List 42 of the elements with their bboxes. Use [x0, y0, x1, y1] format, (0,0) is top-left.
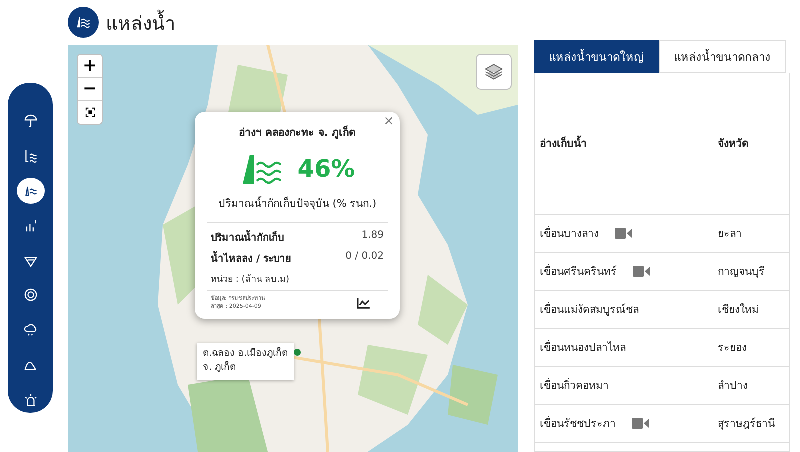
popup-title: อ่างฯ คลองกะทะ จ. ภูเก็ต: [238, 124, 357, 141]
reservoir-name[interactable]: เขื่อนแม่งัดสมบูรณ์ชล: [540, 301, 639, 318]
reservoir-name[interactable]: เขื่อนศรีนครินทร์: [540, 263, 617, 280]
dam-water-icon: [68, 7, 99, 38]
province-name: เชียงใหม่: [718, 302, 760, 318]
siren-icon[interactable]: [22, 392, 38, 408]
column-header: จังหวัด: [718, 137, 750, 152]
storage-percent: 46%: [298, 155, 356, 183]
umbrella-icon[interactable]: [22, 112, 38, 129]
popup-subtitle: ปริมาณน้ำกักเก็บปัจจุบัน (% รนก.): [207, 195, 388, 223]
tab[interactable]: แหล่งน้ำขนาดใหญ่: [534, 40, 659, 73]
column-header: อ่างเก็บน้ำ: [535, 135, 718, 152]
zoom-in-button[interactable]: +: [78, 55, 102, 78]
tab[interactable]: แหล่งน้ำขนาดกลาง: [659, 40, 786, 73]
province-name: ยะลา: [718, 227, 743, 242]
reservoir-name[interactable]: เขื่อนบางลาง: [540, 225, 599, 242]
fullscreen-icon[interactable]: [84, 107, 96, 118]
unit-note: หน่วย : (ล้าน ลบ.ม): [211, 274, 290, 286]
stat-value: 0 / 0.02: [346, 251, 384, 264]
reservoir-name[interactable]: เขื่อนหนองปลาไหล: [540, 339, 626, 356]
location-text: ต.ฉลอง อ.เมืองภูเก็ต: [203, 347, 288, 361]
reservoir-name[interactable]: เขื่อนรัชชประภา: [540, 415, 616, 432]
province-name: ระยอง: [718, 341, 748, 356]
reservoir-name[interactable]: เขื่อนกิ่วคอหมา: [540, 377, 609, 394]
water-level-icon[interactable]: [22, 148, 38, 164]
layers-button[interactable]: [476, 54, 512, 90]
target-icon[interactable]: [22, 287, 38, 304]
sidebar-item[interactable]: [16, 178, 44, 204]
close-button[interactable]: [383, 115, 395, 127]
province-name: สุราษฎร์ธานี: [718, 416, 776, 432]
camera-icon[interactable]: [615, 228, 632, 239]
rain-cloud-icon[interactable]: [22, 322, 38, 338]
province-name: กาญจนบุรี: [718, 265, 766, 280]
stat-label: ปริมาณน้ำกักเก็บ: [211, 230, 284, 245]
page-title: แหล่งน้ำ: [106, 8, 176, 38]
stat-label: น้ำไหลลง / ระบาย: [211, 251, 292, 266]
chart-icon[interactable]: [357, 298, 370, 310]
location-text: จ. ภูเก็ต: [203, 361, 238, 376]
stat-value: 1.89: [362, 230, 384, 243]
camera-icon[interactable]: [633, 266, 650, 277]
camera-icon[interactable]: [632, 418, 649, 429]
province-name: ลำปาง: [718, 379, 749, 394]
